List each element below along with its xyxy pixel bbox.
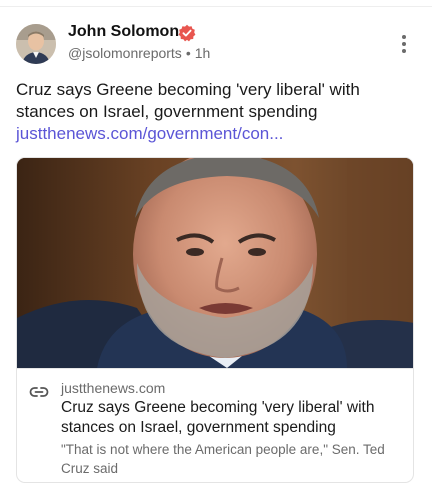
link-preview-card[interactable]: justthenews.com Cruz says Greene becomin… (16, 157, 414, 483)
verified-badge-icon (178, 24, 196, 42)
more-options-button[interactable] (392, 32, 416, 56)
post-text: Cruz says Greene becoming 'very liberal'… (16, 79, 418, 145)
card-image[interactable] (17, 158, 413, 368)
card-title[interactable]: Cruz says Greene becoming 'very liberal'… (61, 398, 401, 438)
avatar[interactable] (16, 24, 56, 64)
separator-dot: • (185, 45, 191, 61)
post-body: Cruz says Greene becoming 'very liberal'… (16, 80, 360, 121)
link-icon (29, 387, 49, 397)
post-link[interactable]: justthenews.com/government/con... (16, 124, 283, 143)
post: John Solomon @jsolomonreports • 1h Cruz sa… (0, 0, 432, 500)
more-vertical-icon (402, 35, 406, 53)
handle-row: @jsolomonreports • 1h (68, 45, 210, 61)
card-description: "That is not where the American people a… (61, 442, 385, 476)
author-handle[interactable]: @jsolomonreports (68, 45, 182, 61)
author-name[interactable]: John Solomon (68, 23, 179, 41)
card-domain: justthenews.com (61, 380, 166, 396)
divider (0, 6, 432, 7)
card-body[interactable]: justthenews.com Cruz says Greene becomin… (17, 368, 413, 482)
post-time[interactable]: 1h (195, 45, 211, 61)
